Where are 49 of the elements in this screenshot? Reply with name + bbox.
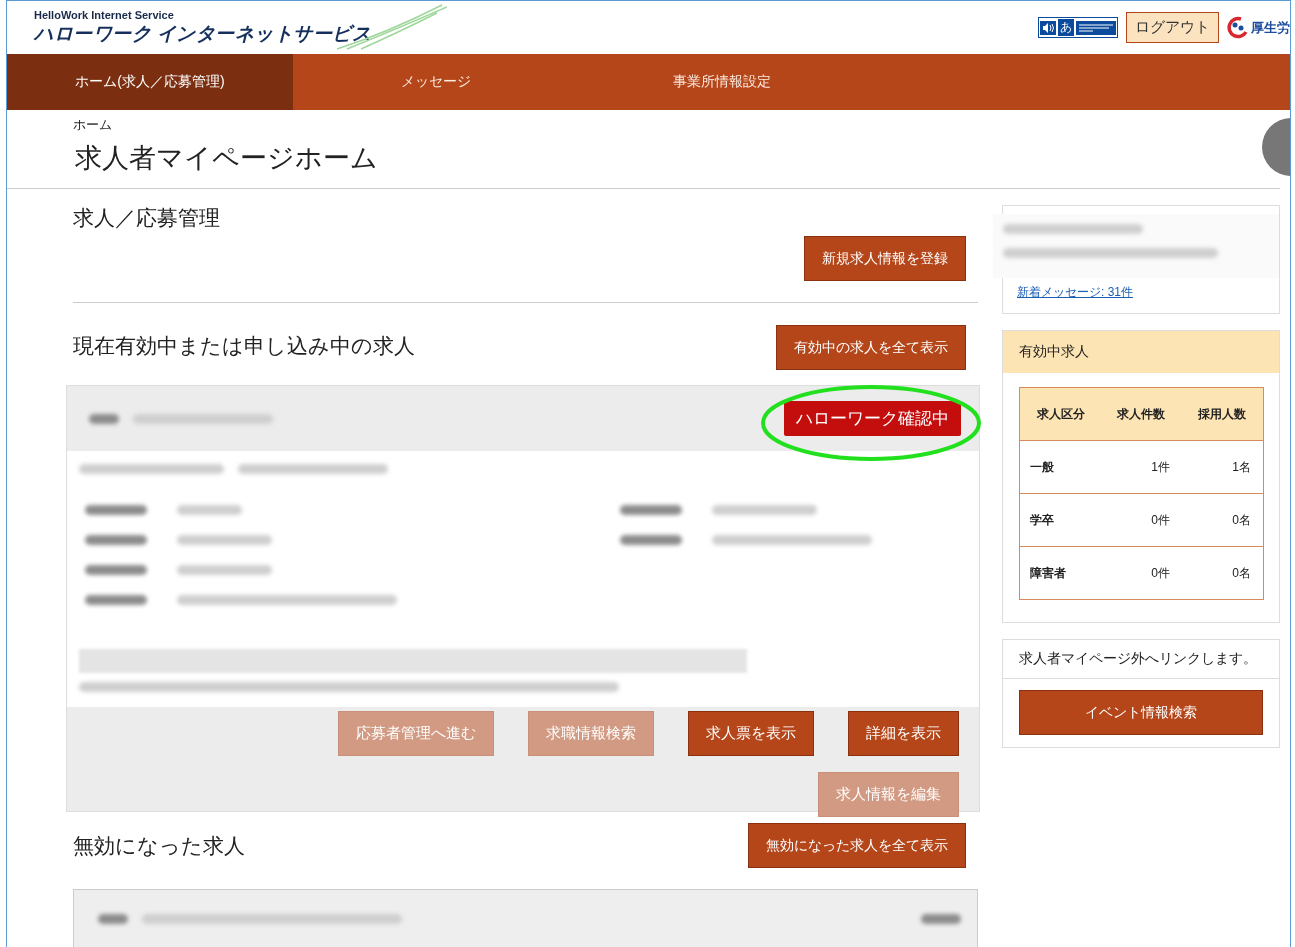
ministry-name: 厚生労 xyxy=(1251,18,1290,37)
new-messages-link[interactable]: 新着メッセージ: 31件 xyxy=(1017,284,1133,301)
blurred-text xyxy=(89,413,119,424)
column-header: 採用人数 xyxy=(1181,387,1264,441)
table-cell: 0件 xyxy=(1101,546,1182,600)
accessibility-char: あ xyxy=(1058,19,1074,36)
nav-tab[interactable]: ホーム(求人／応募管理) xyxy=(7,54,293,110)
blurred-text xyxy=(85,595,147,605)
blurred-text xyxy=(98,914,128,924)
table-cell: 一般 xyxy=(1019,440,1102,494)
speaker-icon xyxy=(1040,20,1056,35)
blurred-text xyxy=(921,914,961,924)
table-cell: 1件 xyxy=(1101,440,1182,494)
site-logo-title: ハローワーク インターネットサービス xyxy=(34,21,372,46)
nav-tab[interactable]: 事業所情報設定 xyxy=(579,54,865,110)
breadcrumb[interactable]: ホーム xyxy=(73,116,112,134)
blurred-text xyxy=(620,505,682,515)
blurred-text xyxy=(85,565,147,575)
panel-header: 有効中求人 xyxy=(1003,331,1279,373)
link-note: 求人者マイページ外へリンクします。 xyxy=(1003,640,1279,679)
register-button[interactable]: 新規求人情報を登録 xyxy=(804,236,966,281)
show-all-button[interactable]: 無効になった求人を全て表示 xyxy=(748,823,966,868)
tool-label-icon xyxy=(1076,20,1116,35)
table-cell: 0件 xyxy=(1101,493,1182,547)
accessibility-tool-badge[interactable]: あ xyxy=(1038,17,1118,38)
logout-button[interactable]: ログアウト xyxy=(1126,12,1219,43)
column-header: 求人件数 xyxy=(1101,387,1182,441)
table-cell: 0名 xyxy=(1181,493,1264,547)
page-title: 求人者マイページホーム xyxy=(75,142,378,175)
show-all-button[interactable]: 有効中の求人を全て表示 xyxy=(776,325,966,370)
table-cell: 障害者 xyxy=(1019,546,1102,600)
card-action-button[interactable]: 求人票を表示 xyxy=(688,711,814,756)
nav-tab[interactable]: メッセージ xyxy=(293,54,579,110)
section-heading: 無効になった求人 xyxy=(73,832,245,859)
ministry-logo-icon xyxy=(1227,15,1249,40)
card-action-button[interactable]: 詳細を表示 xyxy=(848,711,959,756)
blurred-text xyxy=(620,535,682,545)
table-cell: 0名 xyxy=(1181,546,1264,600)
blurred-text xyxy=(85,535,147,545)
section-heading: 現在有効中または申し込み中の求人 xyxy=(73,332,415,359)
column-header: 求人区分 xyxy=(1019,387,1102,441)
logo-subtitle: HelloWork Internet Service xyxy=(34,8,175,21)
event-search-button[interactable]: イベント情報検索 xyxy=(1019,690,1263,735)
table-cell: 学卒 xyxy=(1019,493,1102,547)
status-badge: ハローワーク確認中 xyxy=(784,401,961,436)
section-heading: 求人／応募管理 xyxy=(73,205,221,231)
table-cell: 1名 xyxy=(1181,440,1264,494)
blurred-text xyxy=(85,505,147,515)
blurred-text xyxy=(177,505,242,515)
